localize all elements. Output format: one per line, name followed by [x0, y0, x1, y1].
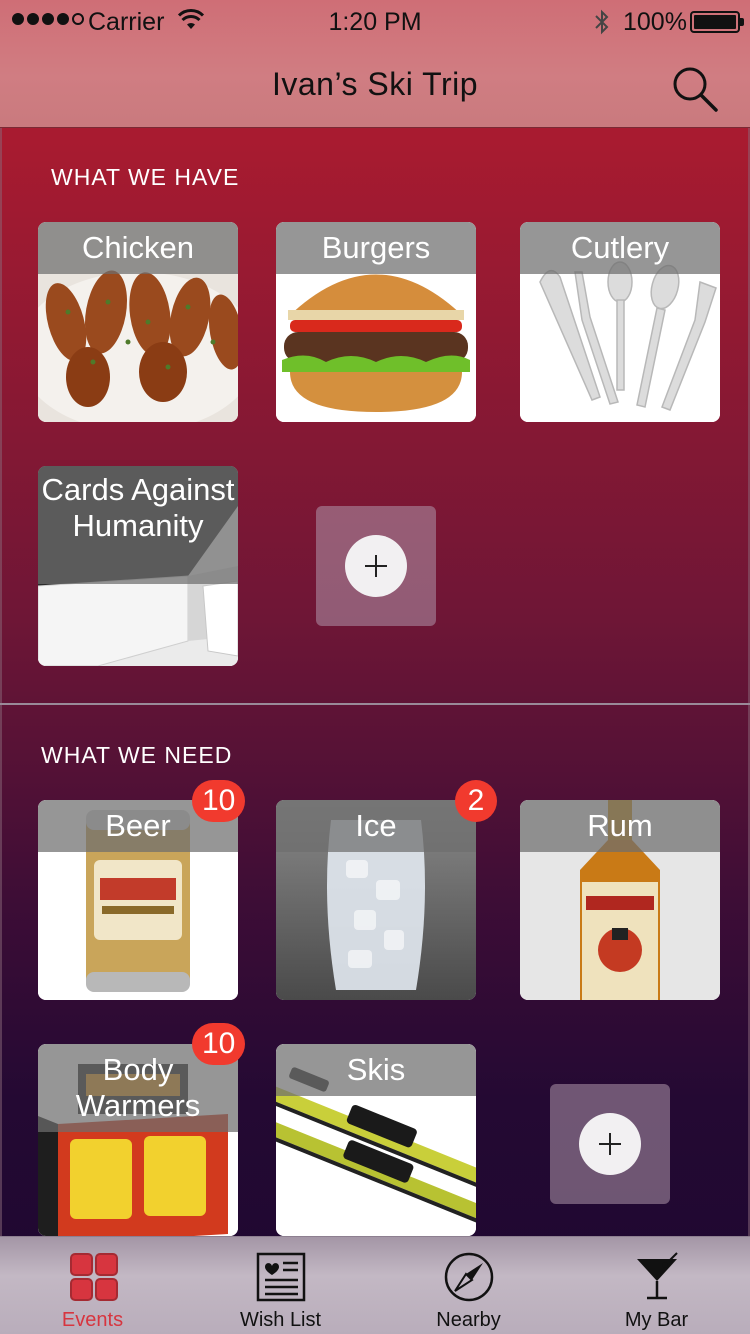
search-icon[interactable] [668, 62, 720, 114]
wishlist-icon [256, 1252, 306, 1302]
battery-percentage: 100% [623, 8, 687, 36]
status-bar: Carrier 1:20 PM 100% [0, 0, 750, 44]
add-need-item-button[interactable] [550, 1084, 670, 1204]
item-label: Cards Against Humanity [41, 472, 235, 543]
tab-label: Nearby [436, 1309, 501, 1331]
item-label: Burgers [321, 230, 431, 265]
item-tile-burgers[interactable]: Burgers [276, 222, 476, 422]
item-label: Chicken [82, 230, 194, 265]
cocktail-icon [637, 1252, 678, 1300]
plus-icon [345, 535, 407, 597]
grid-icon [70, 1253, 118, 1301]
add-have-item-button[interactable] [316, 506, 436, 626]
tab-my-bar[interactable]: My Bar [563, 1237, 750, 1334]
quantity-badge: 10 [192, 780, 246, 822]
item-label: Ice [355, 808, 397, 843]
quantity-badge: 10 [192, 1023, 246, 1065]
item-tile-body-warmers[interactable]: Body Warmers [38, 1044, 238, 1236]
section-title-have: WHAT WE HAVE [51, 164, 240, 190]
tab-events[interactable]: Events [0, 1237, 187, 1334]
item-tile-rum[interactable]: Rum [520, 800, 720, 1000]
item-label: Rum [587, 808, 653, 843]
quantity-badge: 2 [455, 780, 497, 822]
compass-icon [444, 1252, 494, 1302]
tab-label: Wish List [239, 1309, 322, 1331]
tab-nearby[interactable]: Nearby [375, 1237, 562, 1334]
battery-icon [690, 11, 744, 33]
bluetooth-icon [595, 9, 609, 35]
item-tile-beer[interactable]: Beer [38, 800, 238, 1000]
item-label: Cutlery [570, 230, 670, 265]
plus-icon [579, 1113, 641, 1175]
tab-wish-list[interactable]: Wish List [187, 1237, 374, 1334]
frame-border-left [0, 128, 2, 1238]
tab-label: My Bar [624, 1309, 689, 1331]
navigation-header: Carrier 1:20 PM 100% Ivan’s Ski Trip [0, 0, 750, 128]
screen: Carrier 1:20 PM 100% Ivan’s Ski Trip WHA… [0, 0, 750, 1334]
item-tile-ice[interactable]: Ice [276, 800, 476, 1000]
item-tile-cutlery[interactable]: Cutlery [520, 222, 720, 422]
item-tile-cards-against-humanity[interactable]: Cards Against Humanity [38, 466, 238, 666]
section-title-need: WHAT WE NEED [41, 742, 233, 768]
section-divider [0, 703, 750, 705]
item-tile-chicken[interactable]: Chicken [38, 222, 238, 422]
item-label: Skis [346, 1052, 406, 1087]
item-tile-skis[interactable]: Skis [276, 1044, 476, 1236]
tab-bar: Events Wish List Nearby My Bar [0, 1236, 750, 1334]
page-title: Ivan’s Ski Trip [271, 66, 479, 102]
tab-label: Events [61, 1309, 124, 1331]
